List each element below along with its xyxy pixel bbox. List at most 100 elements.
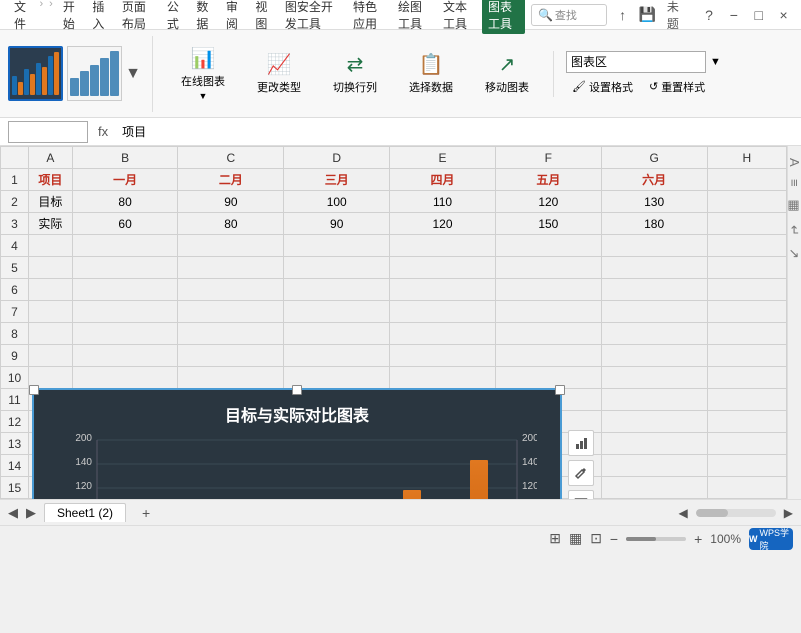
cell-3-0[interactable]: 实际 [29,213,73,235]
cell-6-1[interactable] [72,279,178,301]
wps-logo-button[interactable]: W WPS学院 [749,528,793,550]
scroll-right-icon[interactable]: ▶ [784,506,793,520]
cell-8-1[interactable] [72,323,178,345]
cell-6-0[interactable] [29,279,73,301]
chart-area-input[interactable] [566,51,706,73]
cell-4-1[interactable] [72,235,178,257]
cell-10-1[interactable] [72,367,178,389]
cell-3-2[interactable]: 80 [178,213,284,235]
menu-view[interactable]: 视图 [249,0,277,34]
col-header-F[interactable]: F [495,147,601,169]
cell-6-5[interactable] [495,279,601,301]
move-chart-button[interactable]: ↗ 移动图表 [477,48,537,99]
cell-5-7[interactable] [707,257,786,279]
cell-6-6[interactable] [601,279,707,301]
cell-1-0[interactable]: 项目 [29,169,73,191]
cell-4-7[interactable] [707,235,786,257]
titlebar-maximize[interactable]: □ [749,5,768,25]
titlebar-share[interactable]: ↑ [613,5,632,25]
switch-row-col-button[interactable]: ⇄ 切换行列 [325,48,385,99]
col-header-H[interactable]: H [707,147,786,169]
cell-12-6[interactable] [601,411,707,433]
chart-overlay[interactable]: 目标与实际对比图表 0 20 4 [32,388,562,499]
cell-15-6[interactable] [601,477,707,499]
cell-6-2[interactable] [178,279,284,301]
cell-5-6[interactable] [601,257,707,279]
titlebar-help[interactable]: ? [700,5,719,25]
menu-review[interactable]: 审阅 [220,0,248,34]
cell-10-5[interactable] [495,367,601,389]
cell-9-5[interactable] [495,345,601,367]
cell-7-1[interactable] [72,301,178,323]
cell-5-4[interactable] [390,257,496,279]
sidebar-icon-3[interactable]: ▦ [787,194,801,217]
menu-file[interactable]: 文件 [8,0,36,34]
menu-formula[interactable]: 公式 [161,0,189,34]
cell-5-2[interactable] [178,257,284,279]
cell-5-5[interactable] [495,257,601,279]
sheet-add-button[interactable]: + [134,503,158,523]
cell-3-6[interactable]: 180 [601,213,707,235]
cell-7-6[interactable] [601,301,707,323]
cell-name-box[interactable] [8,121,88,143]
cell-10-7[interactable] [707,367,786,389]
col-header-C[interactable]: C [178,147,284,169]
cell-2-0[interactable]: 目标 [29,191,73,213]
cell-3-5[interactable]: 150 [495,213,601,235]
page-break-icon[interactable]: ⊞ [549,530,561,547]
resize-handle-tm[interactable] [292,385,302,395]
zoom-slider[interactable] [626,537,686,541]
select-data-button[interactable]: 📋 选择数据 [401,48,461,99]
cell-9-0[interactable] [29,345,73,367]
cell-7-4[interactable] [390,301,496,323]
cell-10-6[interactable] [601,367,707,389]
cell-3-7[interactable] [707,213,786,235]
menu-insert[interactable]: 插入 [86,0,114,34]
cell-5-0[interactable] [29,257,73,279]
cell-8-6[interactable] [601,323,707,345]
chart-thumb-active[interactable] [8,46,63,101]
cell-10-2[interactable] [178,367,284,389]
chart-type-tool[interactable] [568,430,594,456]
chart-thumb-dropdown[interactable]: ▼ [126,65,140,83]
cell-6-4[interactable] [390,279,496,301]
sidebar-icon-4[interactable]: ↵ [787,221,801,240]
titlebar-save[interactable]: 💾 [638,5,657,25]
menu-start[interactable]: 开始 [57,0,85,34]
normal-view-icon[interactable]: ▦ [569,530,582,547]
cell-4-5[interactable] [495,235,601,257]
menu-features[interactable]: 特色应用 [347,0,390,34]
col-header-B[interactable]: B [72,147,178,169]
cell-14-6[interactable] [601,455,707,477]
cell-8-4[interactable] [390,323,496,345]
cell-2-2[interactable]: 90 [178,191,284,213]
resize-handle-tr[interactable] [555,385,565,395]
cell-4-2[interactable] [178,235,284,257]
fullscreen-icon[interactable]: ⊡ [590,530,602,547]
cell-7-7[interactable] [707,301,786,323]
cell-9-1[interactable] [72,345,178,367]
cell-7-3[interactable] [284,301,390,323]
cell-12-7[interactable] [707,411,786,433]
chart-area-dropdown-icon[interactable]: ▼ [710,56,721,68]
menu-page-layout[interactable]: 页面布局 [116,0,159,34]
cell-15-7[interactable] [707,477,786,499]
cell-8-2[interactable] [178,323,284,345]
chart-edit-tool[interactable] [568,460,594,486]
online-chart-button[interactable]: 📊 在线图表 ▼ [173,42,233,105]
cell-4-0[interactable] [29,235,73,257]
menu-text[interactable]: 文本工具 [437,0,480,34]
cell-9-6[interactable] [601,345,707,367]
cell-8-5[interactable] [495,323,601,345]
reset-style-button[interactable]: ↺ 重置样式 [643,77,711,97]
cell-1-3[interactable]: 三月 [284,169,390,191]
col-header-E[interactable]: E [390,147,496,169]
cell-1-2[interactable]: 二月 [178,169,284,191]
cell-7-2[interactable] [178,301,284,323]
cell-9-4[interactable] [390,345,496,367]
cell-1-1[interactable]: 一月 [72,169,178,191]
cell-5-3[interactable] [284,257,390,279]
cell-8-7[interactable] [707,323,786,345]
cell-2-3[interactable]: 100 [284,191,390,213]
cell-3-4[interactable]: 120 [390,213,496,235]
